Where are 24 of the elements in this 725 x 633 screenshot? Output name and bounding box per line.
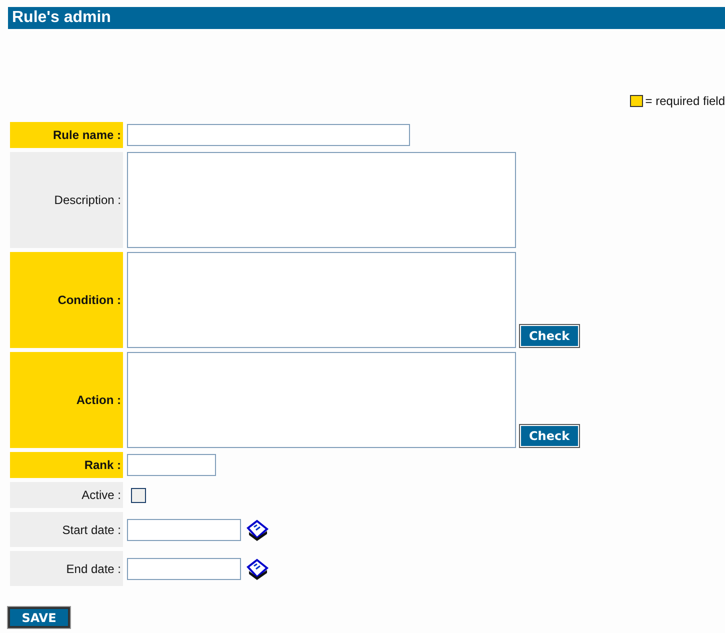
text-area[interactable] [127,152,516,248]
date-field[interactable] [127,558,241,580]
field-label: Rule name : [10,122,123,148]
save-button[interactable]: SAVE [8,607,70,628]
field-label: Action : [10,352,123,448]
field-label: Active : [10,482,123,508]
calendar-icon[interactable] [245,518,269,542]
text-area[interactable] [127,252,516,348]
field-label: Condition : [10,252,123,348]
text-area[interactable] [127,352,516,448]
field-label: Start date : [10,512,123,547]
calendar-icon[interactable] [245,556,269,580]
text-field[interactable] [127,124,410,146]
page-title: Rule's admin [8,7,725,29]
legend-text: = required field [645,94,725,108]
date-field[interactable] [127,518,241,540]
checkbox[interactable] [131,488,146,502]
check-button[interactable]: Check [520,325,579,347]
number-field[interactable] [127,454,216,476]
field-label: Description : [10,152,123,248]
field-label: End date : [10,551,123,586]
field-label: Rank : [10,452,123,478]
check-button[interactable]: Check [520,425,579,447]
required-swatch [630,95,644,107]
